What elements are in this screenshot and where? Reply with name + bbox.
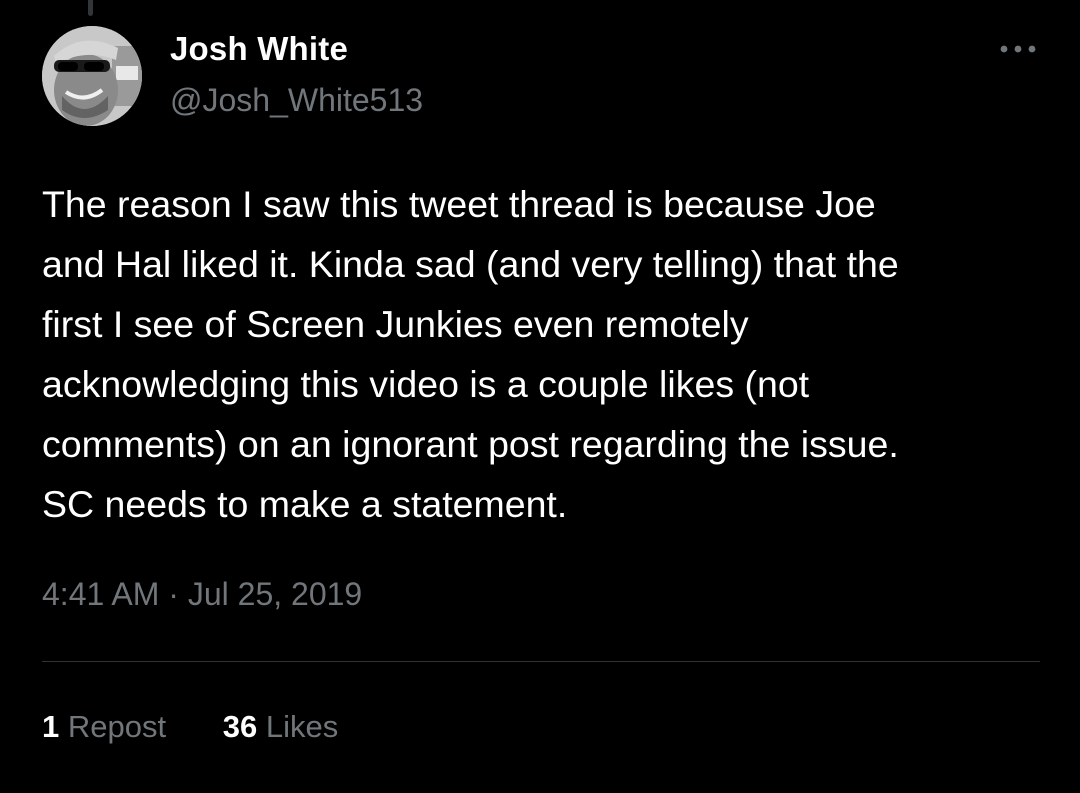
more-horizontal-icon [1000, 45, 1036, 53]
engagement-stats: 1 Repost 36 Likes [42, 709, 338, 745]
repost-count-link[interactable]: 1 Repost [42, 709, 166, 745]
avatar-image [42, 26, 142, 126]
more-options-button[interactable] [996, 34, 1040, 64]
likes-count: 36 [222, 709, 258, 744]
divider [42, 661, 1040, 662]
likes-count-link[interactable]: 36 Likes [223, 709, 338, 745]
tweet-text: The reason I saw this tweet thread is be… [42, 183, 899, 525]
repost-count: 1 [42, 709, 60, 744]
author-display-name[interactable]: Josh White [170, 30, 348, 68]
author-handle[interactable]: @Josh_White513 [170, 82, 423, 119]
repost-label: Repost [67, 709, 167, 744]
avatar[interactable] [42, 26, 142, 126]
tweet-time: 4:41 AM [42, 576, 160, 612]
tweet-timestamp[interactable]: 4:41 AM · Jul 25, 2019 [42, 576, 362, 613]
thread-connector-line [88, 0, 93, 16]
tweet-date: Jul 25, 2019 [187, 576, 363, 612]
likes-label: Likes [265, 709, 339, 744]
timestamp-separator: · [168, 576, 179, 612]
